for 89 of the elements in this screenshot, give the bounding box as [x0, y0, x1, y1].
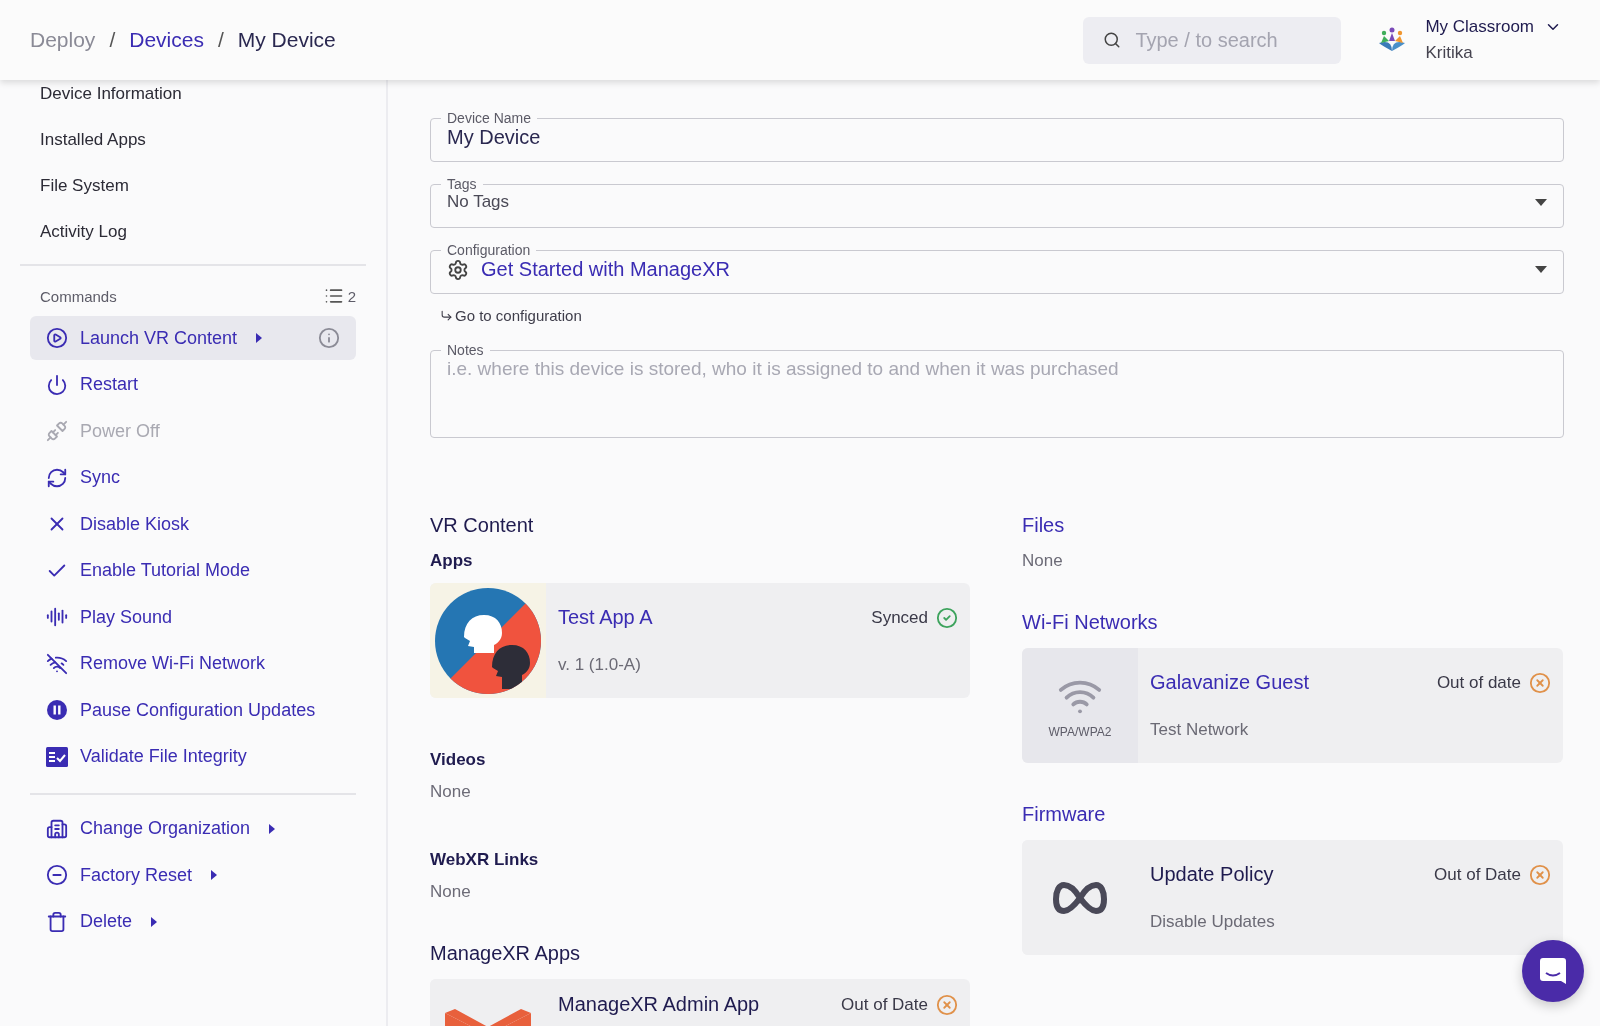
chat-button[interactable]: [1522, 940, 1584, 1002]
wifi-off-icon: [46, 652, 68, 675]
field-label: Device Name: [446, 110, 533, 126]
pause-icon: [46, 699, 68, 721]
infinity-logo-icon: [1053, 880, 1107, 915]
sidebar-nav-item[interactable]: Activity Log: [20, 210, 366, 256]
command-item[interactable]: Delete: [46, 910, 159, 933]
return-arrow-icon: [440, 309, 453, 322]
command-item[interactable]: Disable Kiosk: [46, 513, 190, 535]
info-icon[interactable]: [318, 327, 340, 349]
configuration-link[interactable]: Go to configuration: [440, 307, 582, 324]
tags-select[interactable]: No Tags: [447, 192, 1547, 212]
user-name: Kritika: [1425, 43, 1474, 63]
sidebar-nav-item[interactable]: File System: [20, 164, 366, 210]
network-description: Test Network: [1150, 720, 1250, 740]
subsection-heading: Apps: [430, 551, 474, 571]
command-item[interactable]: Change Organization: [46, 817, 277, 840]
empty-text: None: [430, 882, 472, 902]
command-item[interactable]: Launch VR Content: [46, 327, 264, 349]
policy-value: Disable Updates: [1150, 912, 1276, 932]
app-card[interactable]: ManageXR Admin App Out of Date: [430, 979, 970, 1026]
caret-icon: [268, 823, 277, 834]
section-heading: Wi-Fi Networks: [1022, 611, 1159, 634]
breadcrumb-separator: /: [109, 28, 116, 52]
sync-status: Synced: [871, 606, 958, 629]
building-icon: [46, 817, 68, 840]
command-item[interactable]: Factory Reset: [46, 864, 219, 886]
list-icon: [323, 286, 344, 306]
breadcrumb-separator: /: [217, 28, 224, 52]
commands-heading: Commands: [40, 287, 117, 305]
field-label: Tags: [446, 176, 478, 192]
breadcrumb-item: My Device: [237, 28, 336, 52]
search-input[interactable]: Type / to search: [1133, 27, 1314, 53]
subsection-heading: Videos: [430, 750, 487, 770]
empty-text: None: [430, 782, 472, 802]
sync-status: Out of Date: [841, 993, 958, 1016]
app-card[interactable]: Test App A Synced v. 1 (1.0-A): [430, 583, 970, 698]
breadcrumb-item[interactable]: Devices: [129, 28, 204, 52]
notes-input[interactable]: i.e. where this device is stored, who it is assigned to and when it was purchased: [447, 358, 1547, 422]
security-label: WPA/WPA2: [1048, 724, 1112, 739]
gear-icon: [447, 258, 469, 281]
sync-icon: [46, 466, 68, 489]
dropdown-icon[interactable]: [1535, 266, 1547, 273]
subsection-heading: WebXR Links: [430, 850, 540, 870]
chat-icon: [1539, 956, 1567, 986]
command-item[interactable]: Remove Wi-Fi Network: [46, 652, 266, 675]
sync-status: Out of Date: [1434, 863, 1551, 886]
command-item[interactable]: Restart: [46, 373, 139, 396]
command-item[interactable]: Play Sound: [46, 606, 173, 628]
play-icon: [46, 327, 68, 349]
dropdown-icon[interactable]: [1535, 198, 1547, 206]
unplug-icon: [46, 420, 68, 442]
trash-icon: [46, 910, 68, 933]
command-item[interactable]: Pause Configuration Updates: [46, 699, 316, 721]
policy-name[interactable]: Update Policy: [1150, 863, 1274, 886]
command-item[interactable]: Enable Tutorial Mode: [46, 559, 251, 582]
app-version: v. 1 (1.0-A): [558, 655, 642, 675]
organization-switcher[interactable]: My Classroom: [1425, 17, 1562, 37]
checklist-icon: [46, 746, 68, 767]
device-name-field[interactable]: Device Name My Device: [430, 110, 1564, 162]
caret-icon: [150, 916, 159, 927]
command-item[interactable]: Validate File Integrity: [46, 746, 247, 767]
sidebar-nav-item[interactable]: Device Information: [20, 80, 366, 118]
sync-status: Out of date: [1436, 671, 1551, 694]
notes-field[interactable]: Notes i.e. where this device is stored, who it is assigned to and when it was purchased: [430, 342, 1564, 438]
minus-circle-icon: [46, 864, 68, 886]
section-heading: Firmware: [1022, 803, 1107, 826]
wifi-card[interactable]: WPA/WPA2 Galavanize Guest Out of date Test Network: [1022, 648, 1563, 763]
firmware-card[interactable]: Update Policy Out of Date Disable Updates: [1022, 840, 1563, 955]
search-field[interactable]: Type / to search: [1083, 16, 1342, 64]
sound-icon: [46, 606, 68, 628]
power-icon: [46, 373, 68, 396]
sidebar-nav-item[interactable]: Installed Apps: [20, 118, 366, 164]
empty-text: None: [1022, 551, 1064, 571]
section-heading: ManageXR Apps: [430, 942, 582, 965]
text-input[interactable]: My Device: [447, 126, 1547, 149]
command-item[interactable]: Sync: [46, 466, 121, 489]
caret-icon: [210, 870, 219, 880]
caret-icon: [255, 333, 264, 343]
commands-count[interactable]: 2: [323, 286, 356, 306]
network-name[interactable]: Galavanize Guest: [1150, 671, 1309, 694]
configuration-select[interactable]: Get Started with ManageXR: [447, 258, 1547, 281]
field-label: Notes: [446, 342, 485, 358]
search-icon: [1103, 31, 1122, 49]
section-heading: Files: [1022, 514, 1066, 537]
field-label: Configuration: [446, 242, 532, 258]
app-name[interactable]: ManageXR Admin App: [558, 993, 760, 1016]
app-name[interactable]: Test App A: [558, 606, 653, 629]
section-heading: VR Content: [430, 514, 535, 537]
